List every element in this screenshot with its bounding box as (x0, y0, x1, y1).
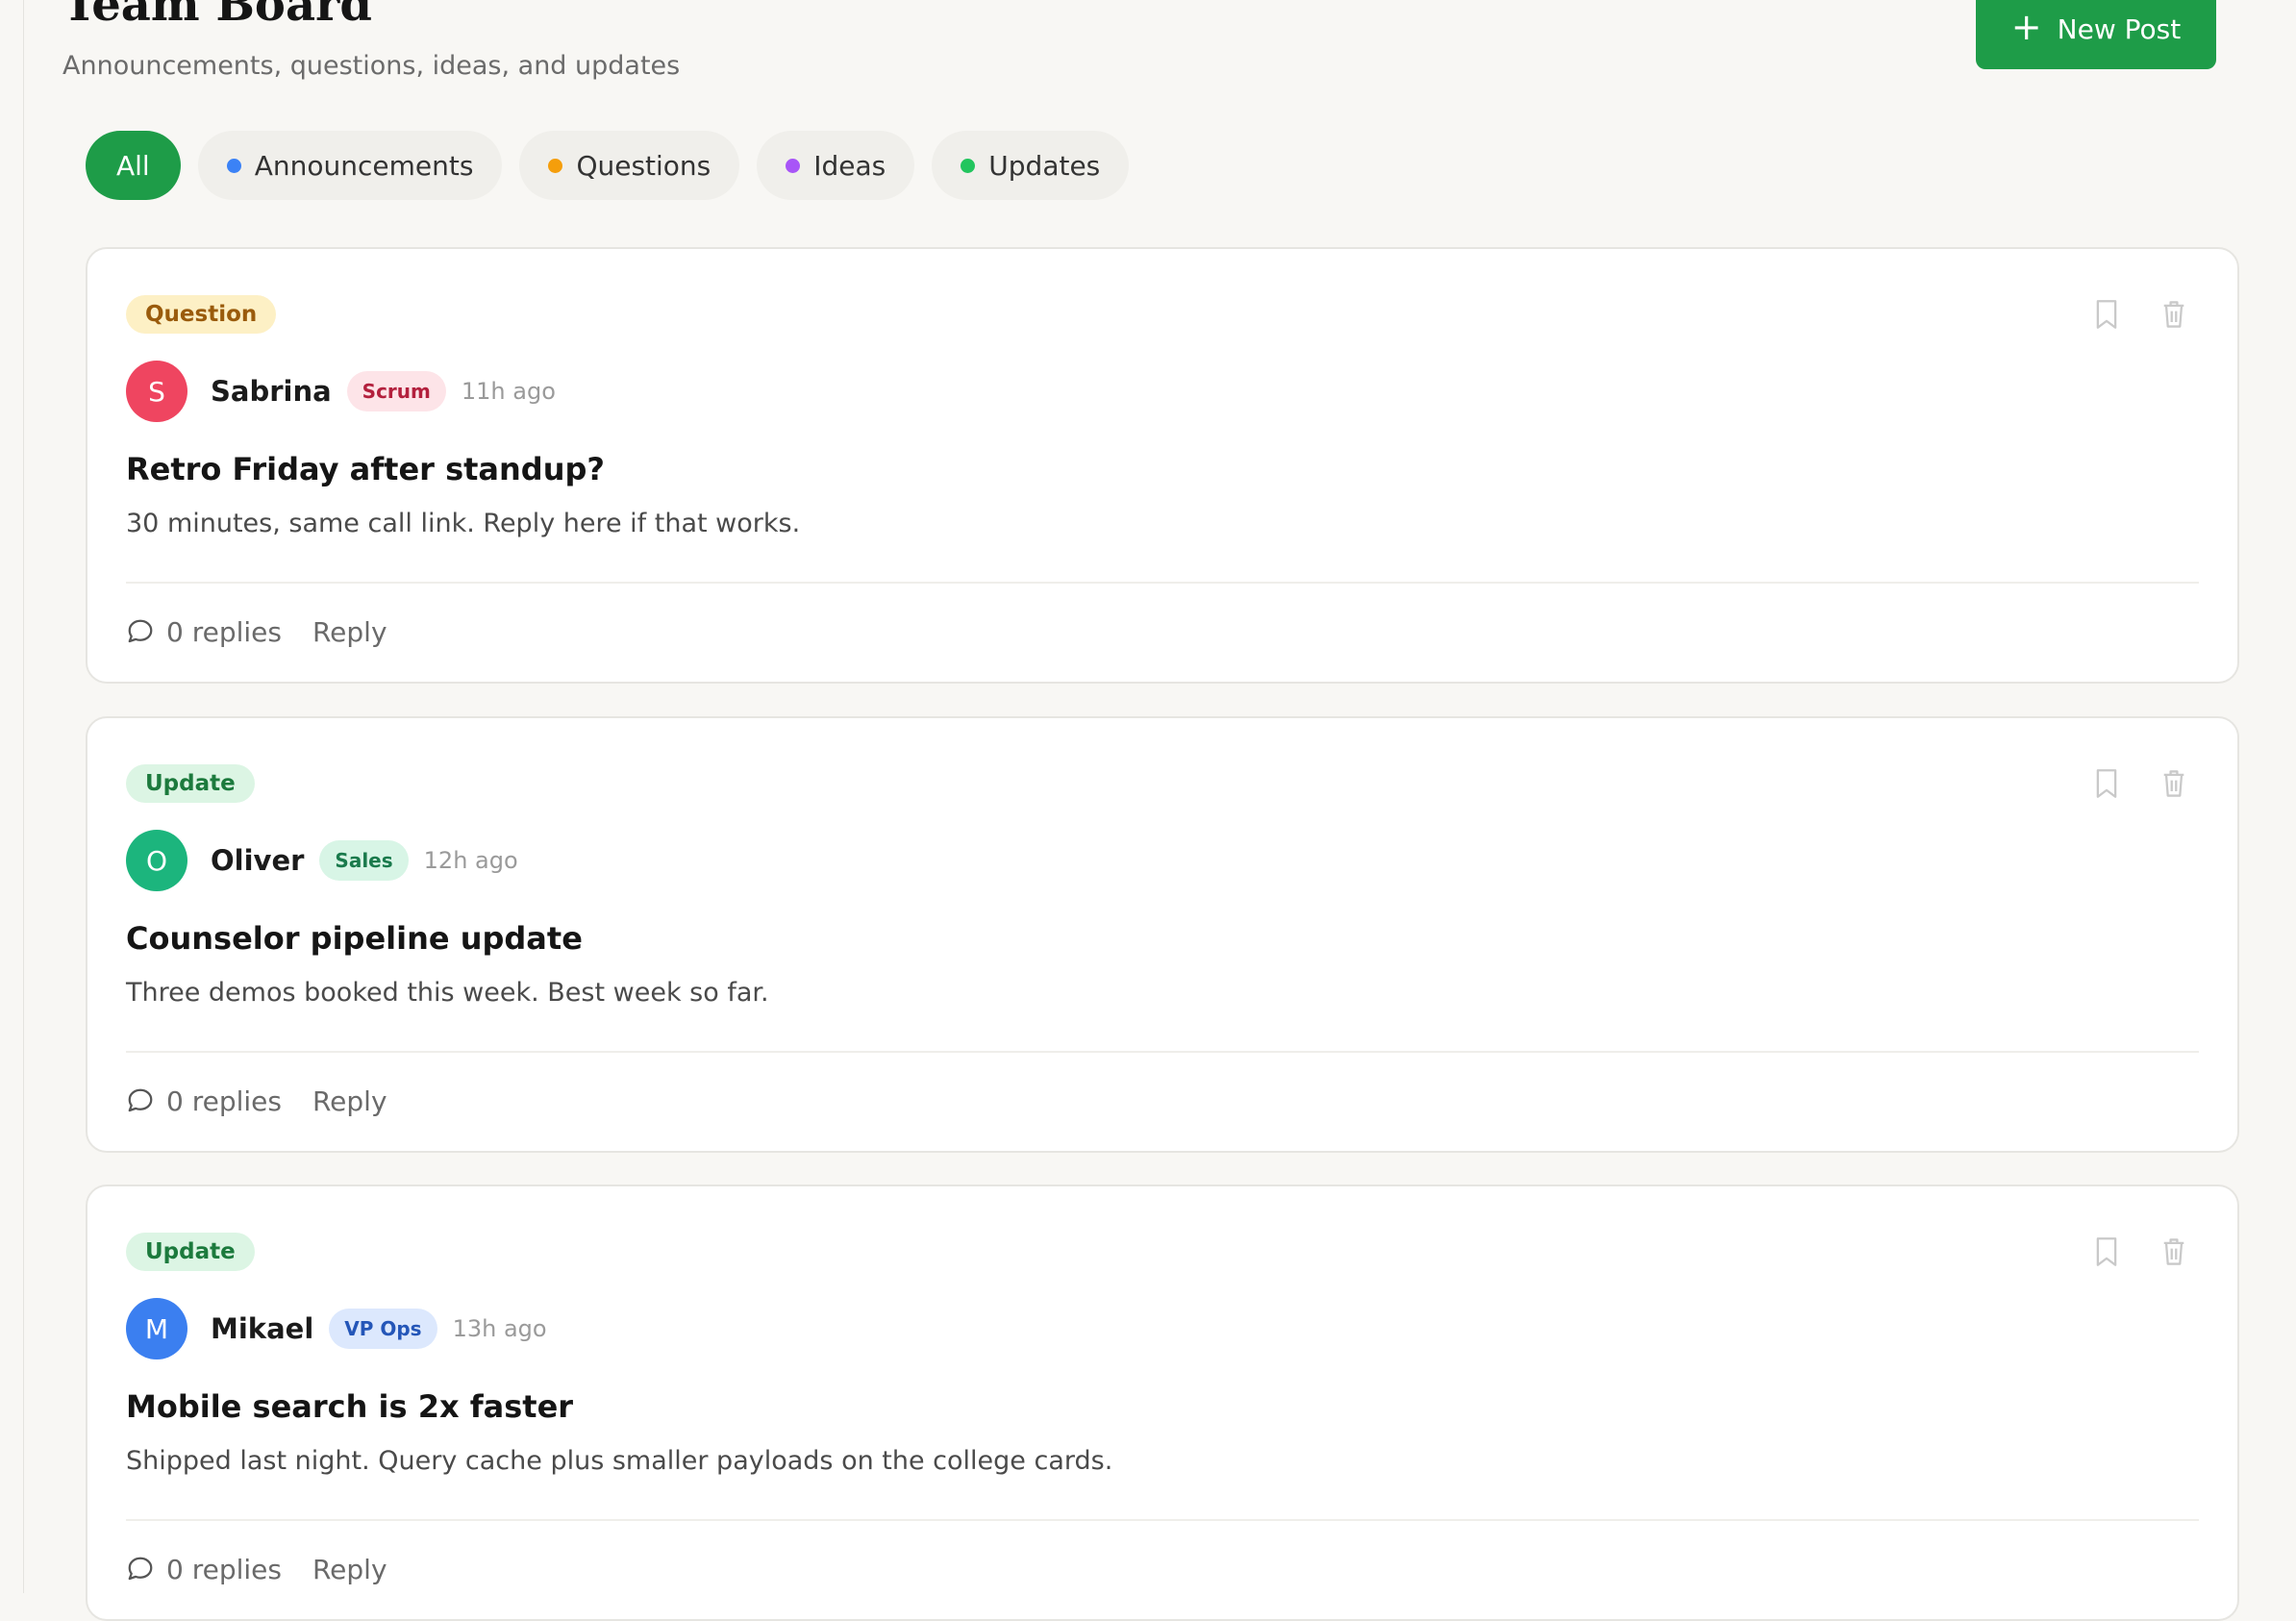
trash-icon[interactable] (2160, 299, 2187, 330)
page-header: Team Board Announcements, questions, ide… (62, 0, 2216, 87)
post-title: Mobile search is 2x faster (126, 1388, 574, 1425)
post-title: Counselor pipeline update (126, 920, 583, 957)
plus-icon: + (2010, 6, 2042, 48)
author-name: Oliver (211, 844, 305, 877)
avatar: S (126, 361, 187, 422)
reply-count[interactable]: 0 replies (166, 616, 282, 648)
filter-announcements[interactable]: Announcements (197, 131, 503, 200)
comment-icon (128, 1557, 153, 1581)
post-type-badge: Question (126, 295, 277, 334)
post-body: Shipped last night. Query cache plus sma… (126, 1446, 1113, 1476)
new-post-button[interactable]: + New Post (1976, 0, 2216, 69)
ideas-dot-icon (786, 158, 801, 173)
timestamp: 13h ago (452, 1315, 547, 1342)
divider (126, 582, 2199, 584)
post-card: Update O Oliver Sales 12h ago Counselor … (86, 716, 2239, 1153)
reply-count[interactable]: 0 replies (166, 1554, 282, 1585)
post-title: Retro Friday after standup? (126, 451, 605, 487)
post-card: Update M Mikael VP Ops 13h ago Mobile se… (86, 1185, 2239, 1621)
timestamp: 12h ago (423, 847, 518, 874)
questions-dot-icon (548, 158, 563, 173)
role-badge: Scrum (346, 371, 446, 411)
filter-questions[interactable]: Questions (519, 131, 740, 200)
author-row: S Sabrina Scrum 11h ago (126, 361, 556, 422)
filter-label: Updates (988, 149, 1101, 182)
bookmark-icon[interactable] (2093, 299, 2120, 330)
timestamp: 11h ago (461, 378, 556, 405)
filter-all[interactable]: All (86, 131, 181, 200)
trash-icon[interactable] (2160, 1236, 2187, 1267)
filter-label: All (116, 149, 150, 182)
post-type-badge: Update (126, 1233, 255, 1271)
reply-button[interactable]: Reply (312, 616, 387, 648)
filter-label: Announcements (254, 149, 474, 182)
author-row: M Mikael VP Ops 13h ago (126, 1298, 547, 1359)
reply-button[interactable]: Reply (312, 1085, 387, 1117)
new-post-label: New Post (2057, 12, 2182, 45)
author-row: O Oliver Sales 12h ago (126, 830, 518, 891)
author-name: Mikael (211, 1312, 314, 1345)
page-title: Team Board (62, 0, 372, 32)
divider (126, 1051, 2199, 1053)
bookmark-icon[interactable] (2093, 1236, 2120, 1267)
filter-updates[interactable]: Updates (932, 131, 1130, 200)
filter-label: Questions (576, 149, 711, 182)
comment-icon (128, 1088, 153, 1112)
page-subtitle: Announcements, questions, ideas, and upd… (62, 51, 681, 81)
reply-button[interactable]: Reply (312, 1554, 387, 1585)
announcements-dot-icon (226, 158, 241, 173)
divider (126, 1519, 2199, 1521)
reply-count[interactable]: 0 replies (166, 1085, 282, 1117)
post-body: 30 minutes, same call link. Reply here i… (126, 509, 801, 538)
bookmark-icon[interactable] (2093, 768, 2120, 799)
author-name: Sabrina (211, 375, 332, 408)
filter-ideas[interactable]: Ideas (757, 131, 915, 200)
post-card: Question S Sabrina Scrum 11h ago Retro F… (86, 247, 2239, 684)
trash-icon[interactable] (2160, 768, 2187, 799)
post-type-badge: Update (126, 764, 255, 803)
avatar: M (126, 1298, 187, 1359)
comment-icon (128, 619, 153, 643)
avatar: O (126, 830, 187, 891)
filter-bar: All Announcements Questions Ideas Update… (86, 131, 1130, 200)
filter-label: Ideas (813, 149, 886, 182)
role-badge: VP Ops (329, 1309, 437, 1349)
updates-dot-icon (961, 158, 976, 173)
role-badge: Sales (319, 840, 409, 881)
post-body: Three demos booked this week. Best week … (126, 978, 769, 1008)
